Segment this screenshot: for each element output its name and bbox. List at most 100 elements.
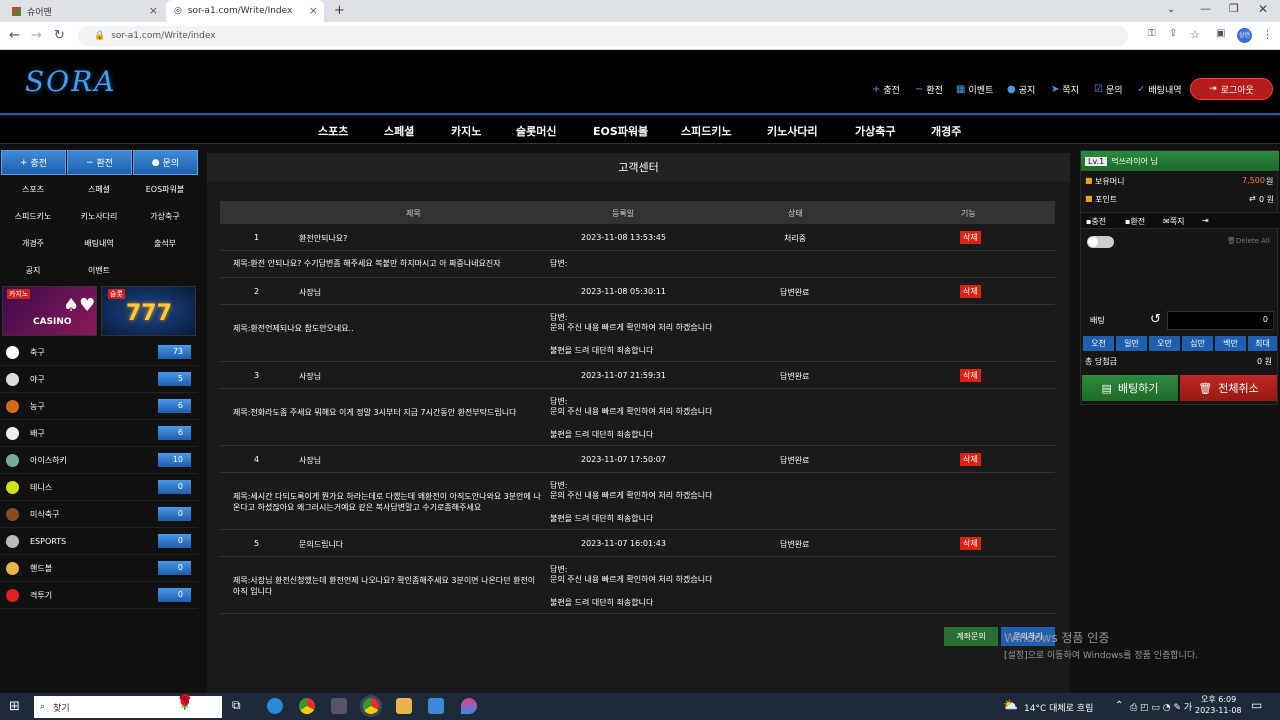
sport-item[interactable]: 미식축구 0 [0, 501, 198, 528]
casino-banner[interactable]: 카지노 CASINO ♠♥ [2, 286, 97, 336]
photos-icon[interactable] [428, 698, 444, 714]
clock-date[interactable]: 2023-11-08 [1195, 706, 1242, 715]
withdraw-button[interactable]: − 환전 [67, 150, 132, 175]
table-row[interactable]: 4 사장님 2023-11-07 17:50:07 답변완료 삭제 [220, 446, 1055, 473]
menu-special[interactable]: 스페셜 [384, 123, 414, 139]
app-icon[interactable] [331, 698, 347, 714]
table-row[interactable]: 5 문의드립니다 2023-11-07 16:01:43 답변완료 삭제 [220, 530, 1055, 557]
sport-item[interactable]: 격투기 0 [0, 582, 198, 609]
close-icon[interactable]: × [309, 4, 318, 17]
tab-sureman[interactable]: 슈어맨 × [4, 0, 164, 22]
row-title[interactable]: 사장님 [299, 455, 321, 466]
menu-sports[interactable]: 스포츠 [318, 123, 348, 139]
quicklink-speed-keno[interactable]: 스피드키노 [0, 211, 66, 222]
task-view-icon[interactable]: ⧉ [232, 698, 241, 713]
menu-dog-race[interactable]: 개경주 [931, 123, 961, 139]
back-icon[interactable]: ← [9, 28, 20, 43]
sport-item[interactable]: 아이스하키 10 [0, 447, 198, 474]
chevron-down-icon[interactable]: ⌄ [1167, 4, 1175, 15]
toplink-deposit[interactable]: + 충전 [872, 83, 900, 96]
row-title[interactable]: 사장님 [299, 371, 321, 382]
place-bet-button[interactable]: ▤ 배팅하기 [1082, 375, 1178, 401]
tab-deposit[interactable]: ▪충전 [1086, 216, 1106, 227]
sport-item[interactable]: 축구 73 [0, 339, 198, 366]
quicklink-notice[interactable]: 공지 [0, 265, 66, 276]
sidepanel-icon[interactable]: ▣ [1216, 28, 1225, 39]
amount-1m-button[interactable]: 백만 [1215, 336, 1246, 351]
sport-item[interactable]: 야구 5 [0, 366, 198, 393]
taskbar-search[interactable]: ⌕ 찾기 [34, 696, 222, 718]
slot-banner[interactable]: 슬롯 777 [101, 286, 196, 336]
delete-all-link[interactable]: 🗑Delete All [1227, 237, 1270, 245]
quicklink-eos-powerball[interactable]: EOS파워볼 [132, 184, 198, 195]
quicklink-sports[interactable]: 스포츠 [0, 184, 66, 195]
exchange-icon[interactable]: ⇄ [1249, 194, 1256, 203]
close-icon[interactable]: × [149, 4, 158, 17]
menu-keno-ladder[interactable]: 키노사다리 [767, 123, 818, 139]
amount-5k-button[interactable]: 오천 [1083, 336, 1114, 351]
toplink-notice[interactable]: ● 공지 [1007, 83, 1035, 96]
menu-eos-powerball[interactable]: EOS파워볼 [593, 123, 648, 139]
quicklink-attendance[interactable]: 출석부 [132, 238, 198, 249]
logout-small-icon[interactable]: ⇥ [1202, 216, 1209, 225]
reset-icon[interactable]: ↺ [1150, 312, 1161, 327]
minimize-icon[interactable]: — [1200, 2, 1211, 15]
share-icon[interactable]: ⇪ [1169, 28, 1177, 39]
menu-speed-keno[interactable]: 스피드키노 [681, 123, 732, 139]
table-row[interactable]: 1 환전안되나요? 2023-11-08 13:53:45 처리중 삭제 [220, 224, 1055, 251]
toplink-message[interactable]: ➤ 쪽지 [1051, 83, 1079, 96]
quicklink-virtual-soccer[interactable]: 가상축구 [132, 211, 198, 222]
paint-icon[interactable] [461, 698, 477, 714]
menu-icon[interactable]: ⋮ [1262, 28, 1273, 41]
maximize-icon[interactable]: ❐ [1229, 2, 1239, 15]
row-title[interactable]: 사장님 [299, 287, 321, 298]
table-row[interactable]: 2 사장님 2023-11-08 05:30:11 답변완료 삭제 [220, 278, 1055, 305]
tray-chevron-icon[interactable]: ⌃ [1115, 700, 1123, 711]
sport-item[interactable]: 핸드볼 0 [0, 555, 198, 582]
table-row[interactable]: 3 사장님 2023-11-07 21:59:31 답변완료 삭제 [220, 362, 1055, 389]
account-inquiry-button[interactable]: 계좌문의 [944, 627, 998, 646]
row-title[interactable]: 문의드립니다 [299, 539, 343, 550]
quicklink-special[interactable]: 스페셜 [66, 184, 132, 195]
forward-icon[interactable]: → [31, 28, 42, 43]
delete-button[interactable]: 삭제 [960, 285, 981, 298]
telegram-icon[interactable] [267, 698, 283, 714]
menu-slot[interactable]: 슬롯머신 [516, 123, 556, 139]
toplink-inquiry[interactable]: ☑ 문의 [1094, 83, 1123, 96]
sport-item[interactable]: 배구 6 [0, 420, 198, 447]
inquiry-button[interactable]: ● 문의 [133, 150, 198, 175]
delete-button[interactable]: 삭제 [960, 369, 981, 382]
file-explorer-icon[interactable] [396, 698, 412, 714]
toplink-event[interactable]: ▦ 이벤트 [956, 83, 993, 96]
quicklink-event[interactable]: 이벤트 [66, 265, 132, 276]
quicklink-dog-race[interactable]: 개경주 [0, 238, 66, 249]
quicklink-keno-ladder[interactable]: 키노사다리 [66, 211, 132, 222]
bet-amount-input[interactable]: 0 [1167, 311, 1274, 330]
amount-10k-button[interactable]: 일만 [1116, 336, 1147, 351]
notification-icon[interactable]: ▭ [1251, 698, 1262, 712]
reload-icon[interactable]: ↻ [54, 28, 65, 43]
clock-time[interactable]: 오후 6:09 [1201, 694, 1236, 705]
logout-button[interactable]: ⇥ 로그아웃 [1190, 78, 1273, 100]
tray-icons[interactable]: ⎙ ◰ ▭ ◔ ✎ 가 [1130, 700, 1192, 713]
close-window-icon[interactable]: ✕ [1258, 2, 1268, 16]
key-icon[interactable]: ⚿ [1148, 28, 1156, 39]
star-icon[interactable]: ☆ [1190, 28, 1200, 41]
amount-100k-button[interactable]: 십만 [1182, 336, 1213, 351]
amount-50k-button[interactable]: 오만 [1149, 336, 1180, 351]
chrome-icon[interactable] [299, 698, 315, 714]
row-title[interactable]: 환전안되나요? [299, 233, 347, 244]
windows-start-icon[interactable]: ⊞ [9, 699, 20, 714]
sport-item[interactable]: 테니스 0 [0, 474, 198, 501]
site-logo[interactable]: SORA [25, 65, 116, 98]
toplink-withdraw[interactable]: − 환전 [915, 83, 943, 96]
sport-item[interactable]: 농구 6 [0, 393, 198, 420]
cancel-all-button[interactable]: 🗑 전체취소 [1180, 375, 1277, 401]
toplink-bet-history[interactable]: ✓ 배팅내역 [1137, 83, 1182, 96]
tab-sora[interactable]: ◎ sor-a1.com/Write/Index × [166, 0, 324, 22]
url-field[interactable]: 🔒 sor-a1.com/Write/index [78, 26, 1128, 46]
menu-casino[interactable]: 카지노 [451, 123, 481, 139]
tab-withdraw[interactable]: ▪환전 [1125, 216, 1145, 227]
sport-item[interactable]: ESPORTS 0 [0, 528, 198, 555]
quicklink-bet-history[interactable]: 배팅내역 [66, 238, 132, 249]
